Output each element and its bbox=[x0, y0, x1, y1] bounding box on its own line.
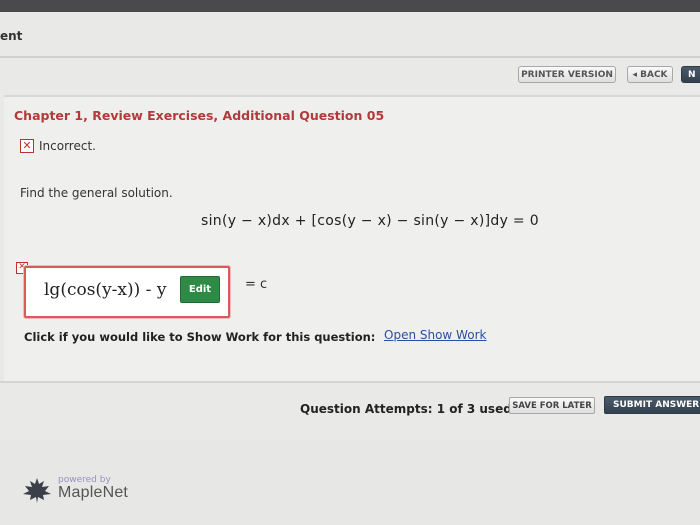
question-title: Chapter 1, Review Exercises, Additional … bbox=[14, 108, 385, 123]
answer-expression-text: lg(cos(y-x)) - y bbox=[44, 280, 167, 300]
equals-constant: = c bbox=[245, 277, 268, 292]
edit-answer-button[interactable]: Edit bbox=[180, 276, 220, 303]
printer-version-button[interactable]: PRINTER VERSION bbox=[518, 66, 616, 83]
show-work-prompt: Click if you would like to Show Work for… bbox=[24, 330, 376, 344]
save-for-later-button[interactable]: SAVE FOR LATER bbox=[509, 397, 595, 414]
maple-leaf-icon bbox=[23, 478, 51, 503]
submit-answer-button[interactable]: SUBMIT ANSWER bbox=[604, 396, 700, 414]
header-divider bbox=[0, 56, 700, 58]
incorrect-x-icon: ✕ bbox=[20, 139, 34, 153]
status-text: Incorrect. bbox=[39, 139, 96, 153]
question-attempts: Question Attempts: 1 of 3 used bbox=[300, 402, 512, 416]
answer-expression: lg(cos(y-x)) - y bbox=[44, 280, 166, 300]
maplenet-logo-text: MapleNet bbox=[58, 484, 129, 501]
answer-status: ✕ Incorrect. bbox=[20, 139, 96, 153]
open-show-work-link[interactable]: Open Show Work bbox=[384, 328, 486, 342]
back-button[interactable]: ◂ BACK bbox=[627, 66, 673, 83]
next-button[interactable]: N bbox=[681, 66, 700, 83]
top-frame-bar bbox=[0, 0, 700, 12]
breadcrumb: ent bbox=[0, 29, 23, 43]
differential-equation: sin(y − x)dx + [cos(y − x) − sin(y − x)]… bbox=[201, 213, 539, 229]
question-prompt: Find the general solution. bbox=[20, 186, 173, 200]
